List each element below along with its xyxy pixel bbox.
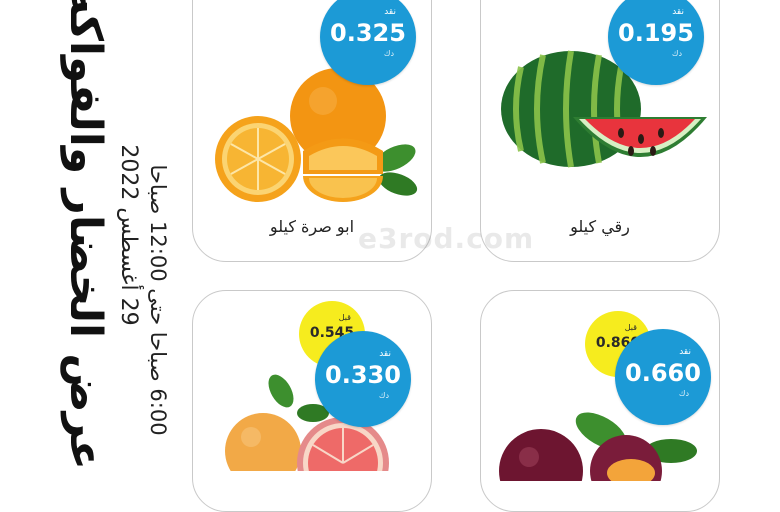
- price-value: 0.660: [625, 359, 701, 387]
- product-card-plum[interactable]: قبل 0.860 دك نقد 0.660 دك: [480, 290, 720, 512]
- price-tag: نقد: [679, 347, 691, 357]
- watermark: e3rod.com: [358, 222, 535, 255]
- price-currency: دك: [671, 49, 682, 58]
- promo-time: 6:00 صباحا حتى 12:00 صباحا: [146, 164, 170, 436]
- product-card-grapefruit[interactable]: قبل 0.545 دك نقد 0.330 دك: [192, 290, 432, 512]
- old-price-tag: قبل: [624, 323, 637, 332]
- price-badge: نقد 0.660 دك: [615, 329, 711, 425]
- price-value: 0.325: [330, 19, 406, 47]
- price-badge: نقد 0.330 دك: [315, 331, 411, 427]
- price-tag: نقد: [379, 349, 391, 359]
- price-currency: دك: [678, 389, 689, 398]
- orange-icon: [215, 68, 418, 202]
- price-tag: نقد: [672, 7, 684, 17]
- price-currency: دك: [383, 49, 394, 58]
- price-value: 0.330: [325, 361, 401, 389]
- old-price-tag: قبل: [338, 313, 351, 322]
- price-tag: نقد: [384, 7, 396, 17]
- promo-title: عرض الخضار والفواكه: [60, 0, 111, 470]
- price-value: 0.195: [618, 19, 694, 47]
- promo-date: 29 أغسطس 2022: [116, 144, 141, 326]
- price-currency: دك: [378, 391, 389, 400]
